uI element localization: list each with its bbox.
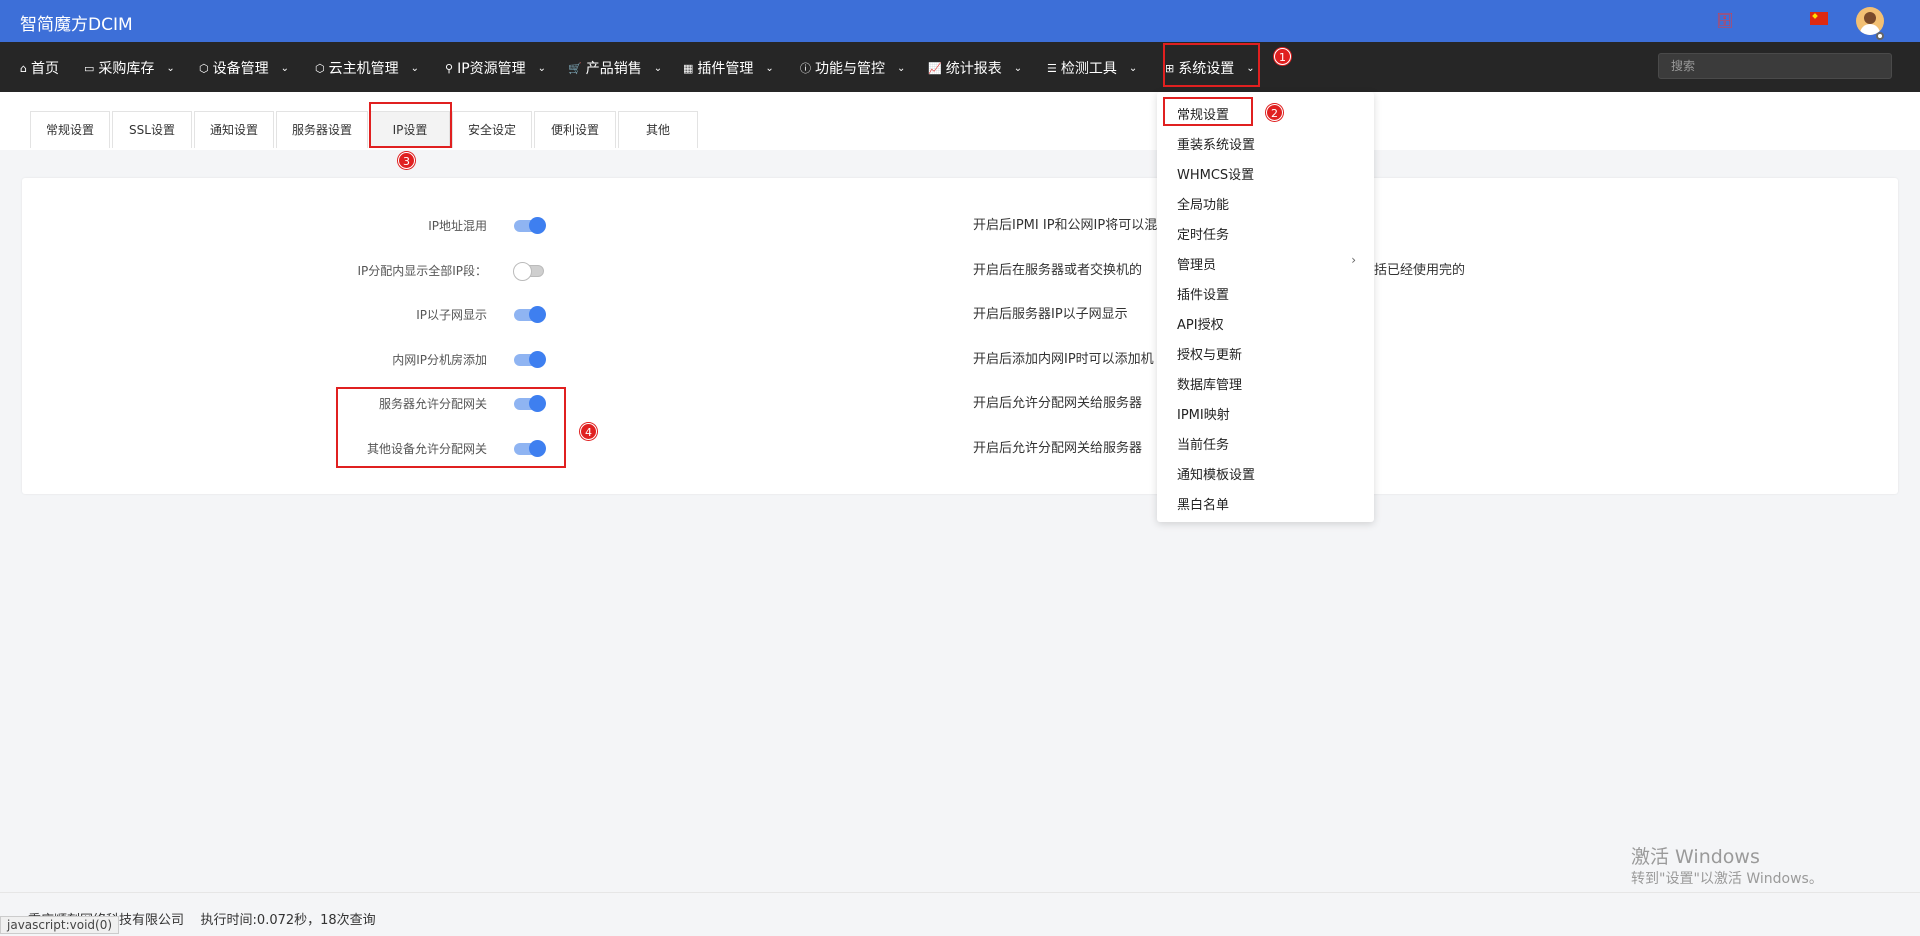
nav-item-plugins[interactable]: ▦ 插件管理 ⌄ (683, 58, 774, 78)
nav-label: 产品销售 (585, 61, 642, 77)
page-footer: 重庆顺刻网络科技有限公司 执行时间:0.072秒，18次查询 (0, 892, 1920, 936)
nav-item-reports[interactable]: 📈 统计报表 ⌄ (928, 58, 1022, 78)
top-header: 智简魔方DCIM 🗄 (0, 0, 1920, 42)
setting-label: IP地址混用 (428, 219, 487, 233)
list-icon: ☰ (1047, 61, 1057, 75)
nav-item-device[interactable]: ⬡ 设备管理 ⌄ (199, 58, 289, 78)
annotation-badge-2: 2 (1266, 104, 1283, 121)
menu-item-cron[interactable]: 定时任务 (1177, 224, 1229, 243)
tab-ssl[interactable]: SSL设置 (112, 111, 192, 148)
user-avatar[interactable] (1856, 7, 1884, 35)
cart-icon: 🛒 (568, 61, 582, 75)
annotation-box-2 (1163, 97, 1253, 126)
nav-label: 设备管理 (212, 61, 269, 77)
nav-label: 检测工具 (1060, 61, 1117, 77)
nav-label: 云主机管理 (328, 61, 399, 77)
nav-label: 采购库存 (98, 61, 155, 77)
menu-item-reinstall[interactable]: 重装系统设置 (1177, 134, 1255, 153)
chevron-down-icon: ⌄ (166, 62, 175, 74)
annotation-box-4 (336, 387, 566, 468)
setting-description: 开启后允许分配网关给服务器 (973, 441, 1143, 456)
nav-item-sales[interactable]: 🛒 产品销售 ⌄ (568, 58, 662, 78)
menu-item-plugin-settings[interactable]: 插件设置 (1177, 284, 1229, 303)
setting-label: IP分配内显示全部IP段： (357, 264, 487, 278)
browser-status-url: javascript:void(0) (0, 916, 120, 934)
tab-convenience[interactable]: 便利设置 (534, 111, 616, 148)
watermark-title: 激活 Windows (1631, 846, 1760, 868)
china-flag-icon[interactable] (1810, 12, 1828, 25)
nav-label: 功能与管控 (815, 61, 885, 77)
system-settings-dropdown: 常规设置 重装系统设置 WHMCS设置 全局功能 定时任务 管理员 › 插件设置… (1157, 92, 1374, 522)
setting-description: 开启后允许分配网关给服务器 (973, 396, 1143, 411)
chevron-right-icon: › (1351, 253, 1356, 267)
setting-label: IP以子网显示 (416, 308, 487, 322)
annotation-box-3 (369, 102, 452, 148)
chevron-down-icon: ⌄ (653, 62, 663, 74)
menu-item-database[interactable]: 数据库管理 (1177, 374, 1242, 393)
menu-item-license-update[interactable]: 授权与更新 (1177, 344, 1242, 363)
annotation-badge-4: 4 (580, 423, 597, 440)
tab-notify[interactable]: 通知设置 (194, 111, 274, 148)
inbox-icon: ▭ (84, 61, 95, 75)
menu-item-current-tasks[interactable]: 当前任务 (1177, 434, 1229, 453)
brand-title[interactable]: 智简魔方DCIM (20, 10, 133, 35)
nav-label: 统计报表 (945, 61, 1002, 77)
database-icon[interactable]: 🗄 (1716, 13, 1734, 29)
home-icon: ⌂ (20, 61, 27, 75)
chevron-down-icon: ⌄ (765, 62, 774, 74)
nav-item-cloud[interactable]: ⬡ 云主机管理 ⌄ (315, 58, 419, 78)
setting-description: 开启后添加内网IP时可以添加机 (973, 352, 1154, 367)
chevron-down-icon: ⌄ (410, 62, 419, 74)
cube-icon: ⬡ (199, 61, 209, 75)
setting-description: 开启后在服务器或者交换机的 (973, 263, 1143, 278)
menu-item-blacklist[interactable]: 黑白名单 (1177, 494, 1229, 513)
nav-label: 插件管理 (697, 61, 754, 77)
setting-label: 内网IP分机房添加 (392, 353, 487, 367)
annotation-badge-3: 3 (398, 152, 415, 169)
menu-item-notify-templates[interactable]: 通知模板设置 (1177, 464, 1255, 483)
tab-security[interactable]: 安全设定 (452, 111, 532, 148)
nav-item-home[interactable]: ⌂ 首页 (20, 58, 59, 78)
toggle-show-all-ip-segments[interactable] (513, 262, 544, 281)
menu-item-whmcs[interactable]: WHMCS设置 (1177, 164, 1254, 183)
menu-item-admins[interactable]: 管理员 (1177, 254, 1216, 273)
chevron-down-icon: ⌄ (1128, 62, 1138, 74)
avatar-status-dot (1876, 32, 1884, 40)
menu-item-api-auth[interactable]: API授权 (1177, 314, 1224, 333)
chart-line-icon: 📈 (928, 61, 942, 75)
chevron-down-icon: ⌄ (897, 62, 906, 74)
nav-label: 首页 (30, 61, 59, 77)
grid-icon: ▦ (683, 61, 694, 75)
chevron-down-icon: ⌄ (1013, 62, 1023, 74)
nav-item-features[interactable]: ⓘ 功能与管控 ⌄ (800, 58, 905, 78)
menu-item-ipmi-mapping[interactable]: IPMI映射 (1177, 404, 1230, 423)
tab-server[interactable]: 服务器设置 (276, 111, 368, 148)
nav-item-tools[interactable]: ☰ 检测工具 ⌄ (1047, 58, 1137, 78)
setting-description: 开启后服务器IP以子网显示 (973, 307, 1128, 322)
main-nav: ⌂ 首页 ▭ 采购库存 ⌄ ⬡ 设备管理 ⌄ ⬡ 云主机管理 ⌄ ⚲ IP资源管… (0, 42, 1920, 92)
info-icon: ⓘ (800, 62, 811, 75)
toggle-ip-subnet-display[interactable] (514, 306, 546, 323)
tab-general[interactable]: 常规设置 (30, 111, 110, 148)
cube-icon: ⬡ (315, 61, 325, 75)
footer-exec-time: 执行时间:0.072秒，18次查询 (200, 913, 376, 928)
annotation-box-1 (1163, 43, 1260, 87)
tab-other[interactable]: 其他 (618, 111, 698, 148)
setting-description: 开启后IPMI IP和公网IP将可以混 (973, 218, 1158, 233)
map-marker-icon: ⚲ (445, 61, 454, 75)
nav-item-ip-resource[interactable]: ⚲ IP资源管理 ⌄ (445, 58, 546, 78)
menu-item-global[interactable]: 全局功能 (1177, 194, 1229, 213)
nav-item-purchase[interactable]: ▭ 采购库存 ⌄ (84, 58, 175, 78)
toggle-intranet-ip-by-room[interactable] (514, 351, 546, 368)
nav-label: IP资源管理 (457, 61, 526, 77)
chevron-down-icon: ⌄ (537, 62, 547, 74)
annotation-badge-1: 1 (1274, 48, 1291, 65)
chevron-down-icon: ⌄ (280, 62, 289, 74)
watermark-subtitle: 转到"设置"以激活 Windows。 (1631, 871, 1823, 887)
settings-tabs: 常规设置 SSL设置 通知设置 服务器设置 IP设置 安全设定 便利设置 其他 (0, 92, 1920, 150)
search-input[interactable] (1658, 53, 1892, 79)
ip-settings-card: IP地址混用 IP分配内显示全部IP段： IP以子网显示 内网IP分机房添加 服… (22, 178, 1898, 494)
setting-description-tail: 括已经使用完的 (1374, 263, 1466, 278)
toggle-ip-mixed[interactable] (514, 217, 546, 234)
